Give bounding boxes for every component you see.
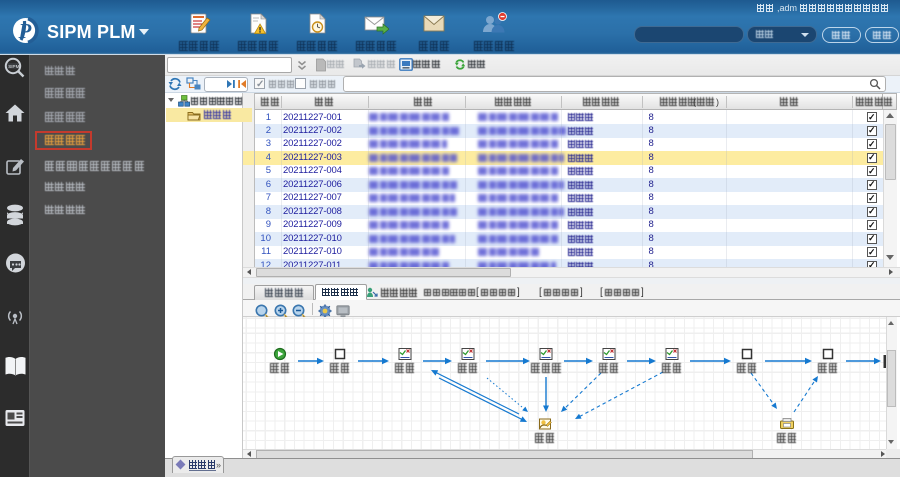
svg-text:P: P: [18, 19, 32, 43]
svg-text:SIPM: SIPM: [8, 64, 19, 69]
